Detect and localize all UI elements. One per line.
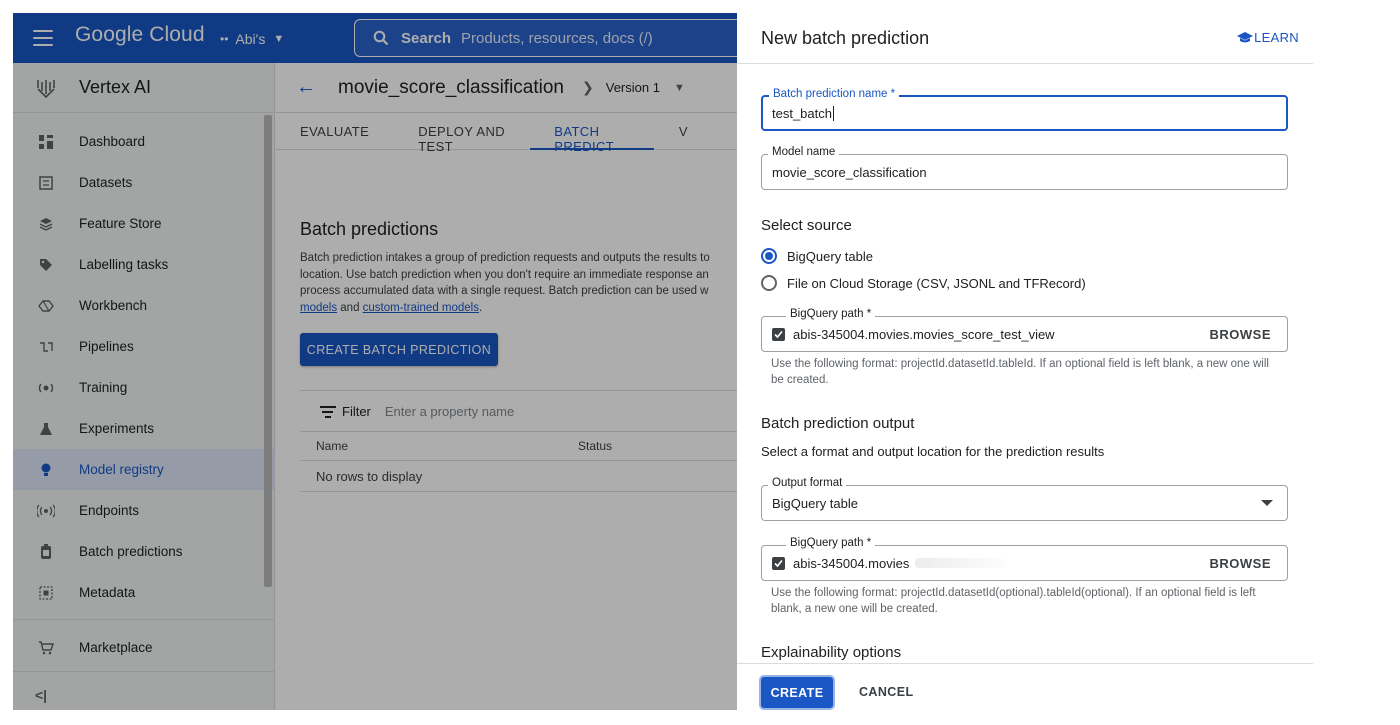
create-button[interactable]: CREATE [761, 677, 833, 708]
output-description: Select a format and output location for … [761, 444, 1105, 459]
field-label: Model name [768, 146, 840, 158]
learn-link[interactable]: LEARN [1237, 30, 1299, 45]
field-value: abis-345004.movies [793, 555, 910, 571]
source-option-bigquery[interactable]: BigQuery table [761, 248, 873, 264]
table-icon [772, 556, 785, 570]
field-value: movie_score_classification [772, 164, 927, 180]
explainability-heading: Explainability options [761, 644, 902, 661]
output-path-help: Use the following format: projectId.data… [771, 587, 1256, 615]
source-path-help: Use the following format: projectId.data… [771, 358, 1269, 386]
output-heading: Batch prediction output [761, 415, 915, 432]
batch-prediction-name-field[interactable]: Batch prediction name * test_batch [761, 88, 1288, 131]
source-option-cloud-storage[interactable]: File on Cloud Storage (CSV, JSONL and TF… [761, 275, 1086, 291]
panel-title: New batch prediction [761, 27, 930, 48]
output-bigquery-path-field[interactable]: BigQuery path * abis-345004.movies BROWS… [761, 537, 1288, 581]
graduation-cap-icon [1237, 31, 1254, 42]
new-batch-prediction-panel: New batch prediction LEARN Batch predict… [737, 13, 1313, 710]
field-value: abis-345004.movies.movies_score_test_vie… [793, 326, 1055, 342]
table-icon [772, 327, 785, 341]
browse-button[interactable]: BROWSE [1210, 327, 1272, 342]
learn-label: LEARN [1254, 30, 1299, 45]
cancel-button[interactable]: CANCEL [859, 685, 913, 699]
field-label: BigQuery path * [786, 537, 876, 549]
panel-footer: CREATE CANCEL [737, 663, 1313, 710]
radio-label: File on Cloud Storage (CSV, JSONL and TF… [787, 275, 1086, 291]
radio-label: BigQuery table [787, 248, 873, 264]
field-value: test_batch [772, 105, 832, 121]
redacted-text [915, 558, 1006, 568]
radio-selected[interactable] [761, 248, 777, 264]
model-name-field[interactable]: Model name movie_score_classification [761, 146, 1288, 190]
select-source-heading: Select source [761, 217, 852, 234]
radio-unselected[interactable] [761, 275, 777, 291]
browse-button[interactable]: BROWSE [1210, 556, 1272, 571]
field-value: BigQuery table [772, 495, 858, 511]
output-format-select[interactable]: Output format BigQuery table [761, 477, 1288, 521]
field-label: Output format [768, 477, 847, 489]
dropdown-arrow-icon [1261, 500, 1273, 506]
console-window: Google Cloud •• Abi's ▼ Search Products,… [13, 13, 737, 710]
modal-scrim[interactable] [13, 13, 737, 710]
field-label: BigQuery path * [786, 308, 876, 320]
text-cursor [833, 105, 834, 121]
source-bigquery-path-field[interactable]: BigQuery path * abis-345004.movies.movie… [761, 308, 1288, 352]
panel-header: New batch prediction LEARN [737, 13, 1313, 64]
field-label: Batch prediction name * [769, 88, 900, 100]
